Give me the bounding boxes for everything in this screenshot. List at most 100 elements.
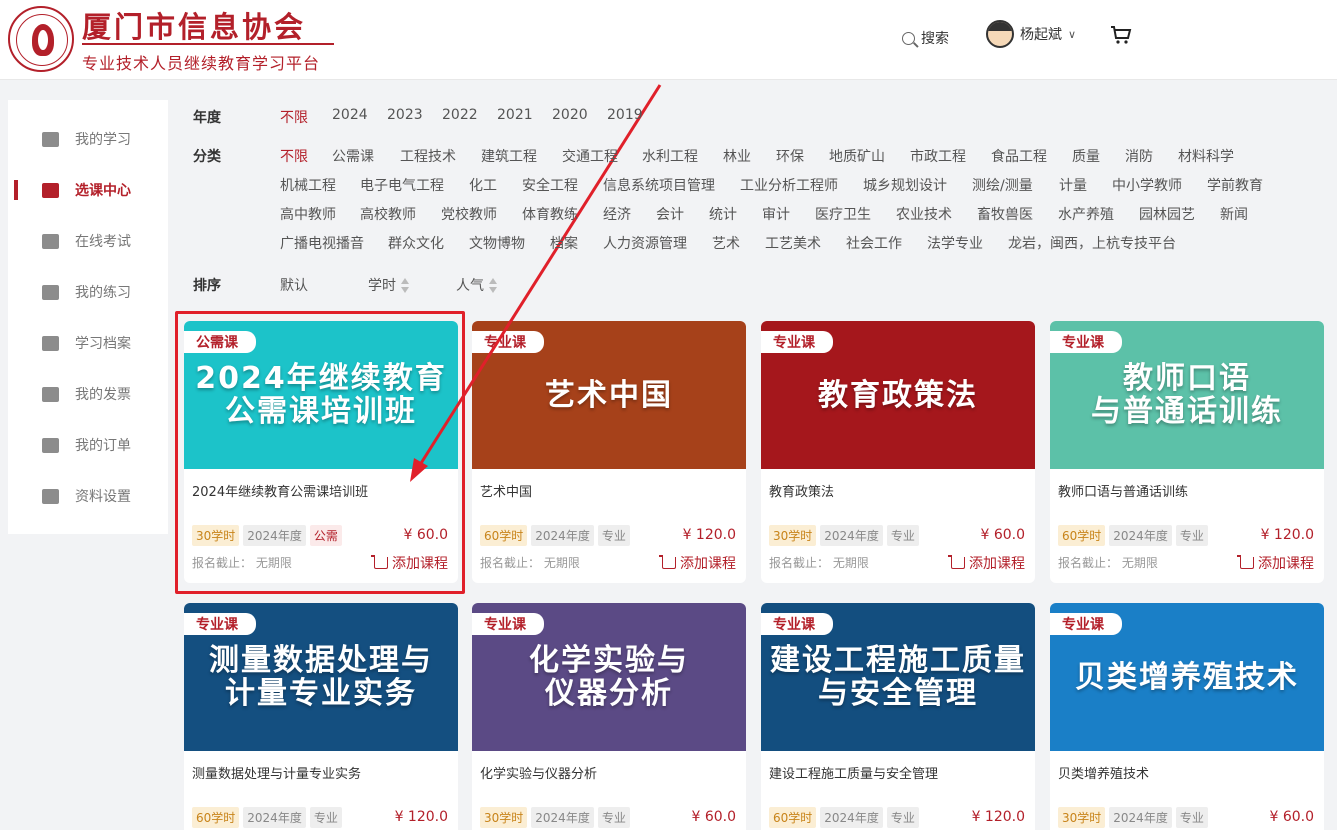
category-option[interactable]: 工业分析工程师: [740, 175, 838, 195]
category-option[interactable]: 水产养殖: [1058, 204, 1114, 224]
category-option[interactable]: 水利工程: [642, 146, 698, 166]
cart-icon[interactable]: [1110, 24, 1132, 46]
category-option[interactable]: 消防: [1125, 146, 1153, 166]
category-option[interactable]: 广播电视播音: [280, 233, 364, 253]
user-menu[interactable]: 杨起斌 ∨: [986, 20, 1076, 48]
add-course-button[interactable]: 添加课程: [371, 553, 448, 573]
category-option[interactable]: 群众文化: [388, 233, 444, 253]
category-option[interactable]: 计量: [1059, 175, 1087, 195]
search-button[interactable]: 搜索: [902, 28, 949, 48]
site-title[interactable]: 厦门市信息协会: [82, 4, 306, 46]
sidebar-item[interactable]: 选课中心: [8, 175, 168, 205]
course-title[interactable]: 艺术中国: [480, 481, 532, 500]
sort-arrows-icon: [488, 277, 498, 295]
course-card[interactable]: 2024年继续教育 公需课培训班 公需课 2024年继续教育公需课培训班 30学时 202…: [184, 321, 458, 583]
category-option[interactable]: 学前教育: [1207, 175, 1263, 195]
add-course-button[interactable]: 添加课程: [1237, 553, 1314, 573]
sidebar: 我的学习选课中心在线考试我的练习学习档案我的发票我的订单资料设置: [8, 100, 168, 534]
year-option[interactable]: 2019: [607, 107, 643, 123]
course-price: ¥ 60.0: [691, 809, 736, 825]
category-option[interactable]: 园林园艺: [1139, 204, 1195, 224]
category-option[interactable]: 城乡规划设计: [863, 175, 947, 195]
category-option[interactable]: 材料科学: [1178, 146, 1234, 166]
category-option[interactable]: 测绘/测量: [972, 175, 1033, 195]
category-option[interactable]: 电子电气工程: [360, 175, 444, 195]
category-option[interactable]: 高中教师: [280, 204, 336, 224]
course-title[interactable]: 2024年继续教育公需课培训班: [192, 481, 368, 500]
sort-option[interactable]: 学时: [368, 275, 410, 295]
sidebar-item[interactable]: 我的学习: [8, 124, 168, 154]
category-option[interactable]: 中小学教师: [1112, 175, 1182, 195]
course-title[interactable]: 贝类增养殖技术: [1058, 763, 1149, 782]
banner-text: 贝类增养殖技术: [1075, 659, 1299, 695]
category-option[interactable]: 社会工作: [846, 233, 902, 253]
course-card[interactable]: 贝类增养殖技术专业课贝类增养殖技术30学时2024年度专业¥ 60.0报名截止：…: [1050, 603, 1324, 830]
year-option[interactable]: 2024: [332, 107, 368, 123]
add-course-button[interactable]: 添加课程: [659, 553, 736, 573]
year-option[interactable]: 不限: [280, 107, 308, 127]
category-option[interactable]: 文物博物: [469, 233, 525, 253]
category-option[interactable]: 机械工程: [280, 175, 336, 195]
avatar: [986, 20, 1014, 48]
clipboard-icon: [42, 437, 59, 453]
category-option[interactable]: 法学专业: [927, 233, 983, 253]
course-card[interactable]: 教师口语 与普通话训练 专业课 教师口语与普通话训练 60学时 2024年度 专业 ¥ 120…: [1050, 321, 1324, 583]
category-option[interactable]: 艺术: [712, 233, 740, 253]
chevron-down-icon: ∨: [1068, 27, 1077, 41]
year-option[interactable]: 2020: [552, 107, 588, 123]
course-title[interactable]: 建设工程施工质量与安全管理: [769, 763, 938, 782]
category-option[interactable]: 工程技术: [400, 146, 456, 166]
course-card[interactable]: 教育政策法 专业课 教育政策法 30学时 2024年度 专业 ¥ 60.0 报名截止： 无期限…: [761, 321, 1035, 583]
category-option[interactable]: 质量: [1072, 146, 1100, 166]
year-option[interactable]: 2023: [387, 107, 423, 123]
category-option[interactable]: 党校教师: [441, 204, 497, 224]
sidebar-item[interactable]: 在线考试: [8, 226, 168, 256]
category-option[interactable]: 地质矿山: [829, 146, 885, 166]
category-option[interactable]: 工艺美术: [765, 233, 821, 253]
category-option[interactable]: 信息系统项目管理: [603, 175, 715, 195]
category-option[interactable]: 交通工程: [562, 146, 618, 166]
category-option[interactable]: 统计: [709, 204, 737, 224]
category-option[interactable]: 市政工程: [910, 146, 966, 166]
category-option[interactable]: 高校教师: [360, 204, 416, 224]
sidebar-item[interactable]: 资料设置: [8, 481, 168, 511]
category-option[interactable]: 经济: [603, 204, 631, 224]
category-option[interactable]: 新闻: [1220, 204, 1248, 224]
category-option[interactable]: 人力资源管理: [603, 233, 687, 253]
category-option[interactable]: 林业: [723, 146, 751, 166]
category-option[interactable]: 化工: [469, 175, 497, 195]
course-title[interactable]: 测量数据处理与计量专业实务: [192, 763, 361, 782]
sidebar-item[interactable]: 学习档案: [8, 328, 168, 358]
course-card[interactable]: 化学实验与仪器分析专业课化学实验与仪器分析30学时2024年度专业¥ 60.0报…: [472, 603, 746, 830]
sort-option[interactable]: 人气: [456, 275, 498, 295]
course-title[interactable]: 教育政策法: [769, 481, 834, 500]
category-option[interactable]: 审计: [762, 204, 790, 224]
category-option[interactable]: 食品工程: [991, 146, 1047, 166]
year-option[interactable]: 2021: [497, 107, 533, 123]
sort-option-label: 人气: [456, 278, 484, 294]
category-option[interactable]: 会计: [656, 204, 684, 224]
logo-emblem[interactable]: [8, 6, 74, 72]
year-option[interactable]: 2022: [442, 107, 478, 123]
category-option[interactable]: 公需课: [332, 146, 374, 166]
category-option[interactable]: 农业技术: [896, 204, 952, 224]
course-card[interactable]: 建设工程施工质量 与安全管理 专业课 建设工程施工质量与安全管理 60学时 2024年度专…: [761, 603, 1035, 830]
category-option[interactable]: 环保: [776, 146, 804, 166]
category-option[interactable]: 畜牧兽医: [977, 204, 1033, 224]
course-title[interactable]: 化学实验与仪器分析: [480, 763, 597, 782]
add-course-button[interactable]: 添加课程: [948, 553, 1025, 573]
sidebar-item[interactable]: 我的订单: [8, 430, 168, 460]
category-option[interactable]: 医疗卫生: [815, 204, 871, 224]
course-card[interactable]: 艺术中国 专业课 艺术中国 60学时 2024年度 专业 ¥ 120.0 报名截止： 无期限 添…: [472, 321, 746, 583]
course-card[interactable]: 测量数据处理与 计量专业实务 专业课 测量数据处理与计量专业实务 60学时 2024年度专…: [184, 603, 458, 830]
category-option[interactable]: 档案: [550, 233, 578, 253]
course-title[interactable]: 教师口语与普通话训练: [1058, 481, 1188, 500]
category-option[interactable]: 安全工程: [522, 175, 578, 195]
category-option[interactable]: 体育教练: [522, 204, 578, 224]
category-option[interactable]: 建筑工程: [481, 146, 537, 166]
sidebar-item[interactable]: 我的发票: [8, 379, 168, 409]
category-option[interactable]: 不限: [280, 146, 308, 166]
category-option[interactable]: 龙岩，闽西，上杭专技平台: [1008, 233, 1176, 253]
sort-option[interactable]: 默认: [280, 275, 308, 295]
sidebar-item[interactable]: 我的练习: [8, 277, 168, 307]
